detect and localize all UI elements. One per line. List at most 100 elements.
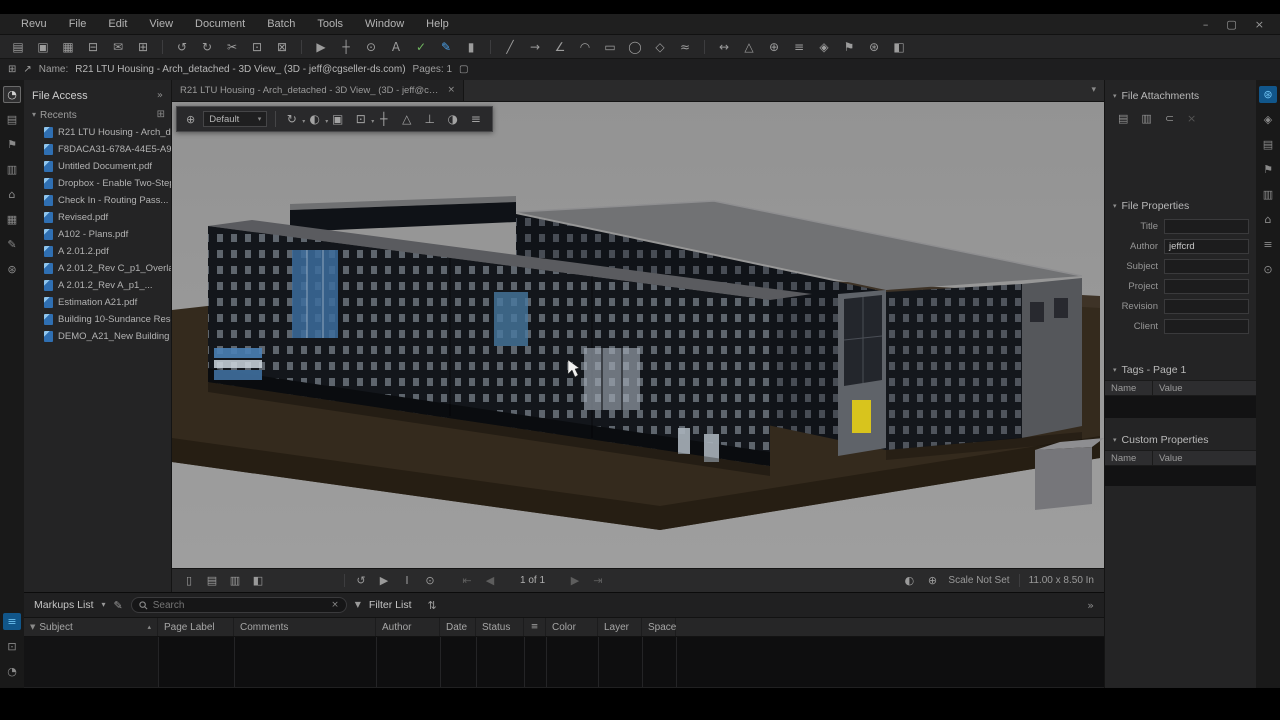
- arc-tool-icon[interactable]: ◠: [577, 41, 593, 53]
- tab-close-icon[interactable]: ×: [447, 86, 455, 95]
- menu-window[interactable]: Window: [354, 14, 415, 34]
- tags-value-column[interactable]: Value: [1153, 381, 1256, 395]
- subject-field[interactable]: [1164, 259, 1249, 274]
- collapse-caret-icon[interactable]: ▾: [32, 111, 36, 119]
- column-header-page-label[interactable]: Page Label: [158, 618, 234, 636]
- paste-icon[interactable]: ⊠: [274, 41, 290, 53]
- add-attachment-icon[interactable]: ▤: [1118, 113, 1128, 124]
- attachments-icon[interactable]: ◈: [1259, 111, 1277, 128]
- detach-icon[interactable]: ↗: [23, 65, 31, 75]
- new-tab-icon[interactable]: ⊞: [8, 65, 16, 75]
- document-tab[interactable]: R21 LTU Housing - Arch_detached - 3D Vie…: [172, 80, 464, 101]
- menu-document[interactable]: Document: [184, 14, 256, 34]
- file-access-icon[interactable]: ◔: [3, 86, 21, 103]
- layers-icon[interactable]: ▥: [1259, 186, 1277, 203]
- pan-icon[interactable]: ┼: [338, 41, 354, 53]
- panel-menu-icon[interactable]: »: [157, 91, 163, 101]
- measure-angle-icon[interactable]: △: [741, 41, 757, 53]
- sort-icon[interactable]: ⇅: [428, 600, 437, 611]
- custom-properties-header[interactable]: ▾ Custom Properties: [1105, 430, 1256, 450]
- menu-tools[interactable]: Tools: [306, 14, 354, 34]
- measure-length-icon[interactable]: ↔: [716, 41, 732, 53]
- email-icon[interactable]: ✉: [110, 41, 126, 53]
- checkmark-icon[interactable]: ✓: [413, 41, 429, 53]
- column-header-layer[interactable]: Layer: [598, 618, 642, 636]
- scale-indicator[interactable]: Scale Not Set: [948, 575, 1009, 586]
- recent-file-item[interactable]: Estimation A21.pdf: [24, 294, 171, 311]
- recent-file-item[interactable]: DEMO_A21_New Building S...: [24, 328, 171, 345]
- custom-name-column[interactable]: Name: [1105, 451, 1153, 465]
- captures-icon[interactable]: ⊡: [3, 638, 21, 655]
- recents-node[interactable]: ▾ Recents ⊞: [24, 106, 171, 124]
- orbit-icon[interactable]: ↻: [284, 113, 299, 125]
- column-header-status[interactable]: Status: [476, 618, 524, 636]
- tab-overflow-icon[interactable]: ▾: [1091, 80, 1096, 101]
- recent-file-item[interactable]: A102 - Plans.pdf: [24, 226, 171, 243]
- collapse-panel-icon[interactable]: »: [1087, 600, 1094, 611]
- next-page-icon[interactable]: ▶: [568, 575, 582, 586]
- last-page-icon[interactable]: ⇥: [591, 575, 605, 586]
- recent-file-item[interactable]: A 2.01.2_Rev C_p1_Overlay ...: [24, 260, 171, 277]
- menu-file[interactable]: File: [58, 14, 98, 34]
- filter-list-label[interactable]: Filter List: [369, 599, 412, 611]
- delete-attachment-icon[interactable]: ×: [1187, 113, 1196, 124]
- previous-page-icon[interactable]: ◀: [483, 575, 497, 586]
- rectangle-tool-icon[interactable]: ▭: [602, 41, 618, 53]
- print-icon[interactable]: ⊟: [85, 41, 101, 53]
- polyline-tool-icon[interactable]: ∠: [552, 41, 568, 53]
- polygon-tool-icon[interactable]: ◇: [652, 41, 668, 53]
- edit-markup-icon[interactable]: ✎: [114, 600, 123, 611]
- markups-list-icon[interactable]: ≡: [3, 613, 21, 630]
- clear-search-icon[interactable]: ×: [331, 601, 339, 610]
- column-header-comments[interactable]: Comments: [234, 618, 376, 636]
- render-mode-icon[interactable]: ◐: [307, 113, 322, 125]
- search-icon[interactable]: ⊙: [1259, 261, 1277, 278]
- hyperlink-icon[interactable]: ⊛: [866, 41, 882, 53]
- split-view-icon[interactable]: ◧: [251, 575, 265, 586]
- side-by-side-view-icon[interactable]: ▥: [228, 575, 242, 586]
- tags-header[interactable]: ▾ Tags - Page 1: [1105, 360, 1256, 380]
- custom-value-column[interactable]: Value: [1153, 451, 1256, 465]
- file-attachments-header[interactable]: ▾ File Attachments: [1105, 86, 1256, 106]
- page-setup-icon[interactable]: ▢: [459, 65, 468, 75]
- menu-revu[interactable]: Revu: [10, 14, 58, 34]
- recent-file-item[interactable]: Building 10-Sundance Reso...: [24, 311, 171, 328]
- snapshot-icon[interactable]: ⊡: [249, 41, 265, 53]
- recent-file-item[interactable]: A 2.01.2_Rev A_p1_...: [24, 277, 171, 294]
- recent-file-item[interactable]: Revised.pdf: [24, 209, 171, 226]
- recent-file-item[interactable]: Dropbox - Enable Two-Step ...: [24, 175, 171, 192]
- search-input[interactable]: [153, 600, 326, 611]
- render-quality-icon[interactable]: ◐: [902, 575, 916, 586]
- column-header-options[interactable]: ≡: [524, 618, 546, 636]
- recents-grid-icon[interactable]: ⊞: [157, 110, 165, 120]
- target-icon[interactable]: ⊕: [186, 114, 195, 125]
- revision-field[interactable]: [1164, 299, 1249, 314]
- forms-icon[interactable]: ▦: [3, 211, 21, 228]
- thumbnails-icon[interactable]: ▤: [3, 111, 21, 128]
- layers-icon[interactable]: ▥: [3, 161, 21, 178]
- menu-view[interactable]: View: [138, 14, 184, 34]
- recent-file-item[interactable]: F8DACA31-678A-44E5-A9B...: [24, 141, 171, 158]
- signatures-icon[interactable]: ✎: [3, 236, 21, 253]
- select-cursor-icon[interactable]: ▶: [377, 575, 391, 586]
- create-pdf-icon[interactable]: ⊞: [135, 41, 151, 53]
- snap-icon[interactable]: ⊕: [925, 575, 939, 586]
- zoom-tool-icon[interactable]: ⊙: [363, 41, 379, 53]
- first-page-icon[interactable]: ⇤: [460, 575, 474, 586]
- lighting-icon[interactable]: ◑: [445, 113, 460, 125]
- continuous-view-icon[interactable]: ▤: [205, 575, 219, 586]
- select-icon[interactable]: ▶: [313, 41, 329, 53]
- restore-icon[interactable]: ▢: [1226, 19, 1236, 30]
- camera-icon[interactable]: ⊡: [353, 113, 368, 125]
- ellipse-tool-icon[interactable]: ◯: [627, 41, 643, 53]
- panels-toggle-icon[interactable]: ▤: [10, 41, 26, 53]
- zoom-select-icon[interactable]: ⊙: [423, 575, 437, 586]
- walk-mode-icon[interactable]: ┼: [376, 113, 391, 125]
- views-icon[interactable]: ▣: [330, 113, 345, 125]
- flag-icon[interactable]: ⚑: [841, 41, 857, 53]
- recent-activity-icon[interactable]: ◔: [3, 663, 21, 680]
- spaces-icon[interactable]: ⌂: [1259, 211, 1277, 228]
- spaces-icon[interactable]: ⌂: [3, 186, 21, 203]
- text-select-icon[interactable]: I: [400, 575, 414, 586]
- save-file-icon[interactable]: ▦: [60, 41, 76, 53]
